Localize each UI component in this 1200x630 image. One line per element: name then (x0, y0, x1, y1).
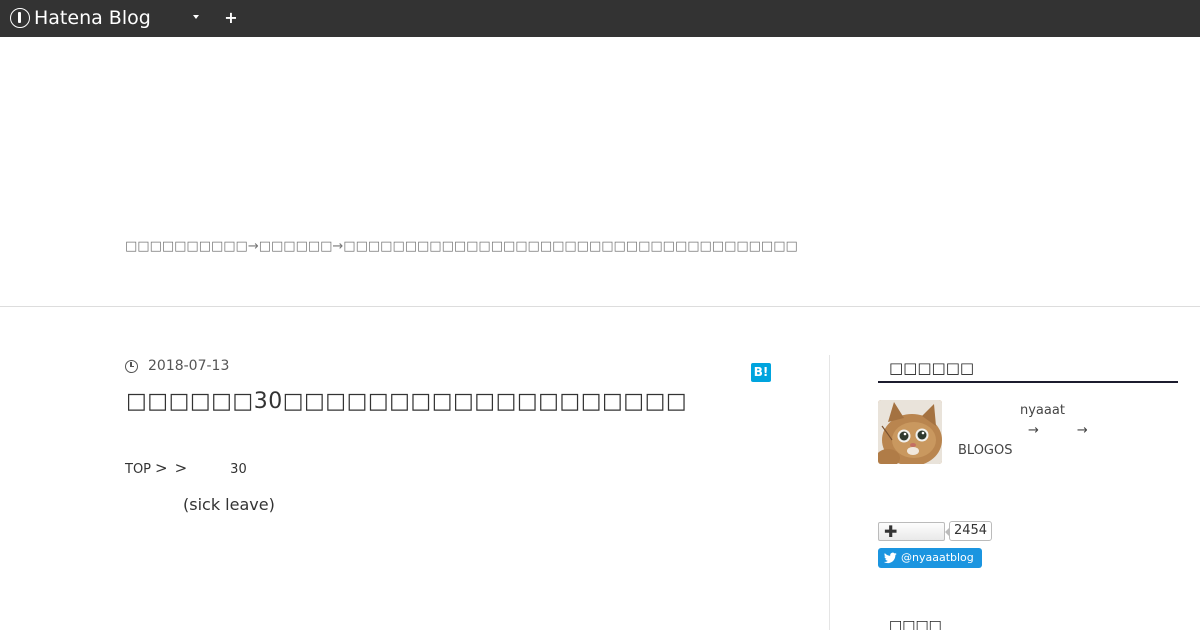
blog-description: □□□□□□□□□□→□□□□□□→□□□□□□□□□□□□□□□□□□□□□□… (125, 239, 798, 254)
arrow-text: → (1076, 423, 1088, 438)
avatar[interactable] (878, 400, 942, 464)
plus-icon[interactable]: + (223, 8, 239, 28)
hatena-bookmark-button[interactable]: B! (751, 363, 771, 382)
hatena-blog-logo[interactable]: Hatena Blog (10, 7, 151, 29)
hatena-blog-logo-icon (10, 8, 30, 28)
breadcrumb-separator: > (155, 459, 168, 477)
entry-date[interactable]: 2018-07-13 (125, 358, 229, 374)
follow-button[interactable]: ✚ (878, 522, 945, 541)
sidebar-profile-heading: □□□□□□ (878, 358, 1178, 383)
breadcrumb-separator: > (174, 459, 188, 477)
breadcrumb-current: 30 (230, 462, 247, 477)
logo-text: Hatena Blog (34, 7, 151, 29)
arrow-text: → (1028, 423, 1039, 438)
twitter-handle: @nyaaatblog (901, 551, 974, 564)
entry-date-text: 2018-07-13 (148, 358, 230, 374)
follower-count[interactable]: 2454 (945, 521, 992, 541)
profile-description: → → (1028, 423, 1088, 438)
caret-down-icon (193, 15, 199, 19)
breadcrumb: TOP > > 30 (125, 459, 247, 477)
profile-blogos-text: BLOGOS (958, 443, 1013, 458)
global-header: Hatena Blog + (0, 0, 1200, 37)
sidebar-section-heading: □□□□ (889, 618, 942, 630)
entry-body-text: (sick leave) (183, 495, 275, 514)
breadcrumb-top-link[interactable]: TOP (125, 462, 151, 477)
sidebar-divider (829, 355, 830, 630)
profile-username-link[interactable]: nyaaat (1020, 403, 1065, 418)
plus-icon: ✚ (884, 522, 898, 541)
cat-avatar-image (878, 400, 942, 464)
header-divider (0, 306, 1200, 307)
entry-title[interactable]: □□□□□□30□□□□□□□□□□□□□□□□□□□ (126, 389, 687, 414)
sidebar-heading-text: □□□□□□ (889, 359, 975, 377)
twitter-follow-button[interactable]: @nyaaatblog (878, 548, 982, 568)
clock-icon (125, 359, 138, 373)
twitter-bird-icon (884, 552, 897, 564)
